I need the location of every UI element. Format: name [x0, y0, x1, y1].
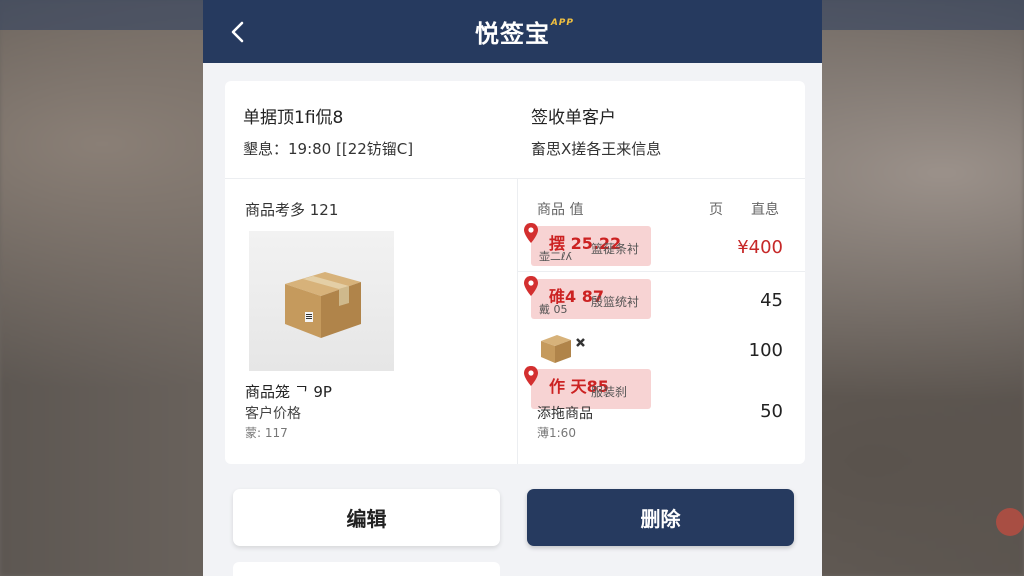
list-header-page: 页	[709, 202, 723, 218]
phone-screen: 悦签宝 APP 单据顶1fi侃8 墾息：19:80 [[22钫镏C] 签收单客户…	[203, 0, 822, 576]
price-tag-note: 殷篮统衬	[591, 295, 640, 309]
app-badge: APP	[550, 18, 574, 28]
price-tag-note: 篮蓰条衬	[591, 242, 640, 256]
chevron-left-icon	[231, 21, 244, 43]
back-button[interactable]	[229, 20, 249, 44]
list-header-item: 商品 值	[537, 202, 584, 218]
row-value: 50	[760, 401, 783, 422]
list-header-value: 直息	[751, 202, 779, 218]
card-header-row	[225, 81, 805, 179]
document-subtitle: 墾息：19:80 [[22钫镏C]	[243, 140, 414, 158]
cardboard-box-icon	[284, 272, 361, 338]
location-pin-icon	[524, 223, 538, 243]
edit-button[interactable]: 编辑	[233, 489, 500, 546]
column-divider	[517, 179, 518, 464]
mini-item-extra: 薄1:60	[537, 426, 576, 440]
price-tag-sub: 壶二ℓʎ	[539, 250, 573, 263]
app-title: 悦签宝 APP	[475, 14, 573, 49]
app-title-text: 悦签宝	[475, 20, 550, 48]
price-tag[interactable]: 摆 25.22 壶二ℓʎ 篮蓰条衬	[524, 223, 651, 266]
mini-item-label: 添拖商品	[537, 406, 593, 422]
price-tag-note: 服装刹	[591, 385, 628, 399]
product-price-label: 客户价格	[245, 406, 301, 422]
delete-button[interactable]: 删除	[527, 489, 794, 546]
location-pin-icon	[524, 276, 538, 296]
app-header: 悦签宝 APP	[203, 0, 822, 63]
product-header: 商品考多 121	[245, 201, 339, 219]
background-red-dot	[996, 508, 1024, 536]
bottom-card-peek	[233, 562, 500, 576]
document-title: 单据顶1fi侃8	[243, 108, 344, 128]
price-tag[interactable]: 碓4 87 戴 05 殷篮统衬	[524, 276, 651, 319]
row-value: 100	[748, 340, 783, 361]
customer-subtitle: 畜思X搓各王来信息	[531, 140, 662, 158]
mini-item[interactable]	[537, 331, 587, 367]
location-pin-icon	[524, 366, 538, 386]
row-divider	[518, 271, 805, 272]
row-value: 45	[760, 290, 783, 311]
product-image[interactable]	[249, 231, 394, 371]
package-icon	[541, 335, 585, 363]
row-value: ¥400	[737, 237, 783, 258]
product-name: 商品笼 ᄀ 9P	[245, 383, 332, 401]
receipt-card: 单据顶1fi侃8 墾息：19:80 [[22钫镏C] 签收单客户 畜思X搓各王来…	[225, 81, 805, 464]
customer-title: 签收单客户	[531, 108, 616, 128]
product-extra: 蒙: 117	[245, 426, 288, 440]
price-tag-sub: 戴 05	[539, 303, 568, 316]
